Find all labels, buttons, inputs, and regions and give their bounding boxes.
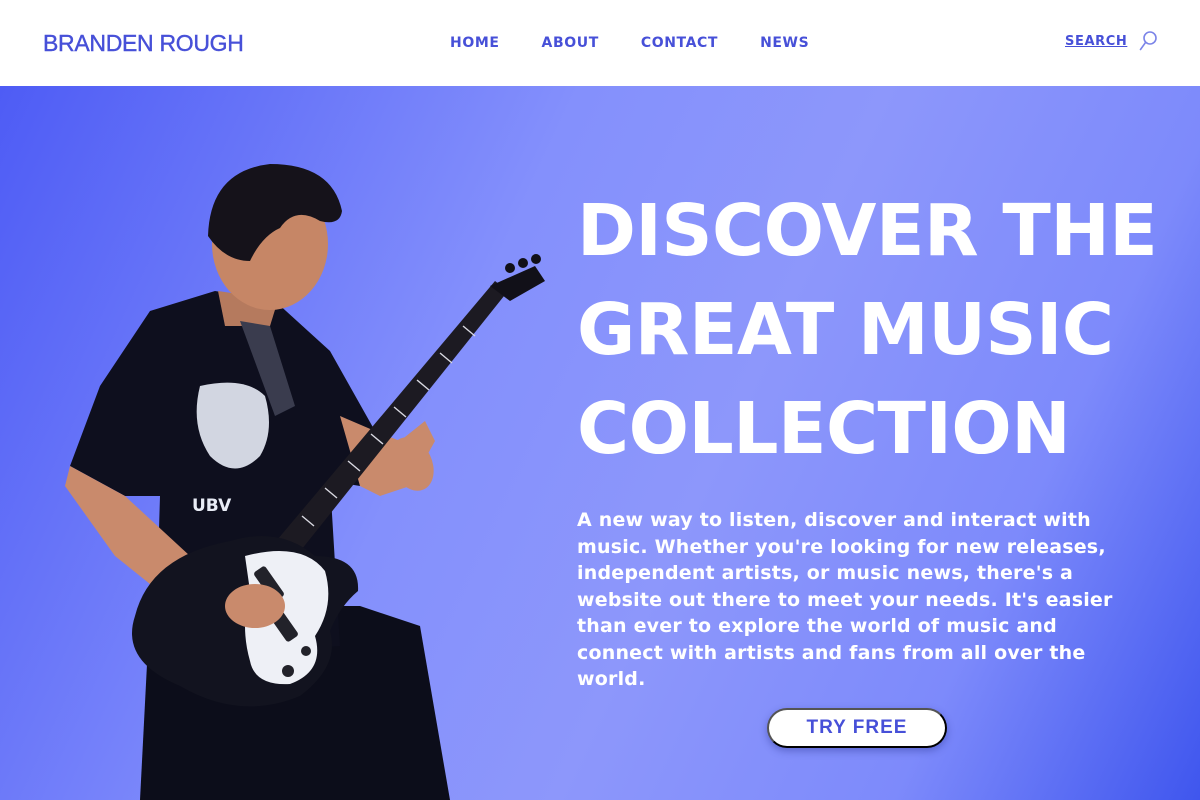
nav-news[interactable]: NEWS bbox=[760, 35, 809, 51]
headline-line-2: GREAT MUSIC bbox=[577, 288, 1114, 371]
try-free-button[interactable]: TRY FREE bbox=[767, 708, 947, 748]
brand-logo[interactable]: BRANDEN ROUGH bbox=[43, 30, 244, 57]
hero-headline: DISCOVER THE GREAT MUSIC COLLECTION bbox=[577, 181, 1177, 478]
nav-contact[interactable]: CONTACT bbox=[641, 35, 718, 51]
guitarist-photo: UBV bbox=[65, 164, 545, 800]
headline-line-3: COLLECTION bbox=[577, 387, 1071, 470]
hero-section: UBV DISCOVER THE GREAT MUSIC COLLECTION … bbox=[0, 86, 1200, 800]
hero-description: A new way to listen, discover and intera… bbox=[577, 509, 1113, 690]
nav-about[interactable]: ABOUT bbox=[542, 35, 599, 51]
site-header: BRANDEN ROUGH HOME ABOUT CONTACT NEWS SE… bbox=[0, 0, 1200, 86]
nav-home[interactable]: HOME bbox=[450, 35, 500, 51]
search-icon[interactable] bbox=[1138, 30, 1158, 52]
search-link[interactable]: SEARCH bbox=[1065, 34, 1127, 49]
headline-line-1: DISCOVER THE bbox=[577, 189, 1158, 272]
main-nav: HOME ABOUT CONTACT NEWS bbox=[450, 35, 809, 51]
shirt-print-text: UBV bbox=[192, 496, 232, 516]
